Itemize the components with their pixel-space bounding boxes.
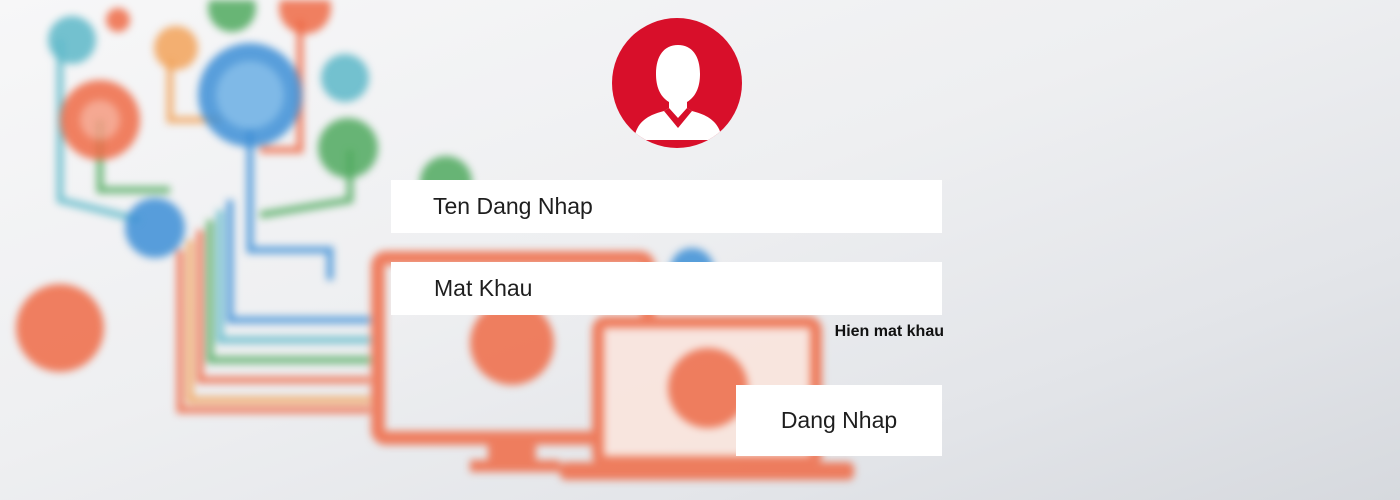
avatar xyxy=(612,18,742,148)
user-silhouette-icon xyxy=(634,45,722,140)
username-input[interactable] xyxy=(391,180,942,233)
show-password-toggle[interactable]: Hien mat khau xyxy=(835,323,944,341)
password-input[interactable] xyxy=(391,262,942,315)
login-button[interactable]: Dang Nhap xyxy=(736,385,942,456)
login-screen: Hien mat khau Dang Nhap xyxy=(0,0,1400,500)
